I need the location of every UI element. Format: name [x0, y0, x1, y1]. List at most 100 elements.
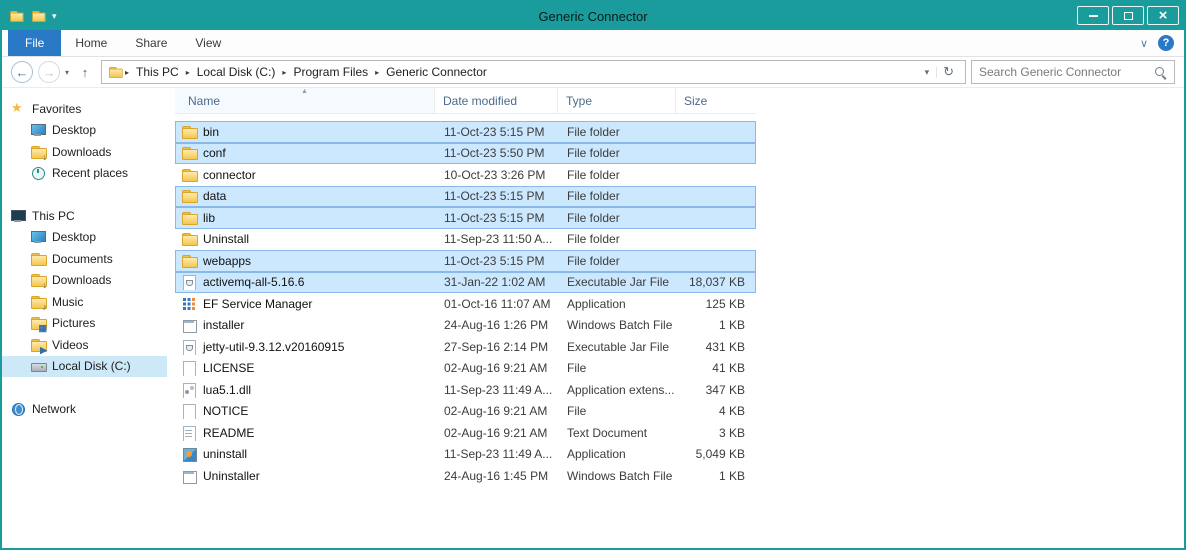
address-bar: ← → ▾ ↑ ▸This PC▸Local Disk (C:)▸Program…	[2, 57, 1184, 88]
back-button[interactable]: ←	[11, 61, 33, 83]
sidebar-item-downloads[interactable]: ↓Downloads	[2, 270, 167, 292]
file-type: File	[559, 404, 677, 418]
file-name-cell: LICENSE	[176, 360, 436, 376]
up-button[interactable]: ↑	[74, 61, 96, 83]
column-header-label: Date modified	[443, 94, 517, 108]
sidebar-item-videos[interactable]: ▶Videos	[2, 334, 167, 356]
sidebar-item-pictures[interactable]: ▦Pictures	[2, 313, 167, 335]
sidebar-item-local-disk-c[interactable]: Local Disk (C:)	[2, 356, 167, 378]
minimize-button[interactable]	[1077, 6, 1109, 25]
column-header-date-modified[interactable]: Date modified	[435, 88, 558, 113]
file-row-connector[interactable]: connector10-Oct-23 3:26 PMFile folder	[175, 164, 756, 186]
sidebar-item-desktop[interactable]: Desktop	[2, 227, 167, 249]
tab-view[interactable]: View	[181, 30, 235, 56]
file-row-data[interactable]: data11-Oct-23 5:15 PMFile folder	[175, 186, 756, 208]
sidebar-item-recent-places[interactable]: Recent places	[2, 163, 167, 185]
column-header-size[interactable]: Size	[676, 88, 756, 113]
sidebar-item-desktop[interactable]: Desktop	[2, 120, 167, 142]
file-row-installer[interactable]: installer24-Aug-16 1:26 PMWindows Batch …	[175, 315, 756, 337]
main-area: FavoritesDesktop↓DownloadsRecent placesT…	[2, 88, 1184, 548]
tab-share[interactable]: Share	[121, 30, 181, 56]
file-row-lib[interactable]: lib11-Oct-23 5:15 PMFile folder	[175, 207, 756, 229]
ribbon-collapse-icon[interactable]: ∨	[1140, 37, 1148, 50]
search-input[interactable]	[979, 65, 1154, 79]
explorer-window: ▾ Generic Connector × File Home Share Vi…	[0, 0, 1186, 550]
sidebar-section-header-this-pc[interactable]: This PC	[2, 205, 167, 227]
breadcrumb-separator-icon[interactable]: ▸	[373, 68, 381, 77]
file-name: data	[203, 189, 226, 203]
breadcrumb-item[interactable]: Local Disk (C:)	[192, 65, 281, 79]
sidebar-item-music[interactable]: ♪Music	[2, 291, 167, 313]
overlay-glyph-icon: ♪	[43, 303, 48, 312]
file-row-bin[interactable]: bin11-Oct-23 5:15 PMFile folder	[175, 121, 756, 143]
address-box[interactable]: ▸This PC▸Local Disk (C:)▸Program Files▸G…	[101, 60, 966, 84]
breadcrumb-item[interactable]: Generic Connector	[381, 65, 492, 79]
folder-icon[interactable]	[9, 9, 23, 23]
breadcrumb-separator-icon[interactable]: ▸	[123, 68, 131, 77]
file-name-cell: EF Service Manager	[176, 296, 436, 312]
breadcrumb-separator-icon[interactable]: ▸	[184, 68, 192, 77]
file-row-jetty-util-9-3-12-v20160915[interactable]: jetty-util-9.3.12.v2016091527-Sep-16 2:1…	[175, 336, 756, 358]
sidebar-section-favorites: FavoritesDesktop↓DownloadsRecent places	[2, 98, 167, 184]
tab-file[interactable]: File	[8, 30, 61, 56]
file-row-ef-service-manager[interactable]: EF Service Manager01-Oct-16 11:07 AMAppl…	[175, 293, 756, 315]
file-icon	[181, 403, 197, 419]
breadcrumb-separator-icon[interactable]: ▸	[280, 68, 288, 77]
file-row-notice[interactable]: NOTICE 02-Aug-16 9:21 AMFile4 KB	[175, 401, 756, 423]
breadcrumb-item[interactable]: Program Files	[288, 65, 373, 79]
sidebar-item-documents[interactable]: Documents	[2, 248, 167, 270]
drive-icon	[30, 358, 46, 374]
refresh-icon[interactable]: ↻	[937, 64, 960, 80]
file-size: 4 KB	[677, 404, 755, 418]
file-date: 01-Oct-16 11:07 AM	[436, 297, 559, 311]
maximize-button[interactable]	[1112, 6, 1144, 25]
breadcrumb-item[interactable]: This PC	[131, 65, 184, 79]
file-size: 1 KB	[677, 318, 755, 332]
file-type: File folder	[559, 232, 677, 246]
sidebar-section-label: This PC	[32, 209, 75, 223]
overlay-glyph-icon: ▶	[40, 346, 47, 355]
tab-home[interactable]: Home	[61, 30, 121, 56]
file-type: File	[559, 361, 677, 375]
recent-locations-icon[interactable]: ▾	[65, 68, 69, 77]
folder-icon: ▶	[30, 337, 46, 353]
file-row-uninstaller[interactable]: Uninstaller24-Aug-16 1:45 PMWindows Batc…	[175, 465, 756, 487]
search-icon[interactable]	[1154, 66, 1167, 79]
file-date: 11-Sep-23 11:49 A...	[436, 447, 559, 461]
file-date: 24-Aug-16 1:26 PM	[436, 318, 559, 332]
file-row-webapps[interactable]: webapps11-Oct-23 5:15 PMFile folder	[175, 250, 756, 272]
file-name: Uninstaller	[203, 469, 260, 483]
titlebar[interactable]: ▾ Generic Connector ×	[2, 2, 1184, 30]
file-row-activemq-all-5-16-6[interactable]: activemq-all-5.16.631-Jan-22 1:02 AMExec…	[175, 272, 756, 294]
column-header-name[interactable]: ▲Name	[175, 88, 435, 113]
file-row-readme[interactable]: README02-Aug-16 9:21 AMText Document3 KB	[175, 422, 756, 444]
close-button[interactable]: ×	[1147, 6, 1179, 25]
file-row-license[interactable]: LICENSE02-Aug-16 9:21 AMFile41 KB	[175, 358, 756, 380]
file-type: File folder	[559, 168, 677, 182]
folder-icon[interactable]	[31, 9, 45, 23]
folder-icon	[181, 124, 197, 140]
sidebar-item-downloads[interactable]: ↓Downloads	[2, 141, 167, 163]
batch-icon	[181, 317, 197, 333]
batch-icon	[181, 468, 197, 484]
column-header-type[interactable]: Type	[558, 88, 676, 113]
file-name: NOTICE	[203, 404, 248, 418]
file-type: File folder	[559, 211, 677, 225]
sidebar-section-header-favorites[interactable]: Favorites	[2, 98, 167, 120]
file-date: 02-Aug-16 9:21 AM	[436, 404, 559, 418]
file-name: connector	[203, 168, 256, 182]
sidebar-section-header-network[interactable]: Network	[2, 398, 167, 420]
address-dropdown-icon[interactable]: ▾	[918, 67, 938, 78]
file-date: 11-Oct-23 5:15 PM	[436, 189, 559, 203]
file-row-lua5-1-dll[interactable]: lua5.1.dll11-Sep-23 11:49 A...Applicatio…	[175, 379, 756, 401]
app-icon	[181, 446, 197, 462]
folder-icon: ↓	[30, 272, 46, 288]
file-row-uninstall[interactable]: Uninstall11-Sep-23 11:50 A...File folder	[175, 229, 756, 251]
help-icon[interactable]: ?	[1158, 35, 1174, 51]
qat-dropdown-icon[interactable]: ▾	[52, 11, 57, 22]
file-date: 24-Aug-16 1:45 PM	[436, 469, 559, 483]
file-row-uninstall[interactable]: uninstall11-Sep-23 11:49 A...Application…	[175, 444, 756, 466]
file-row-conf[interactable]: conf11-Oct-23 5:50 PMFile folder	[175, 143, 756, 165]
file-name-cell: README	[176, 425, 436, 441]
forward-button[interactable]: →	[38, 61, 60, 83]
